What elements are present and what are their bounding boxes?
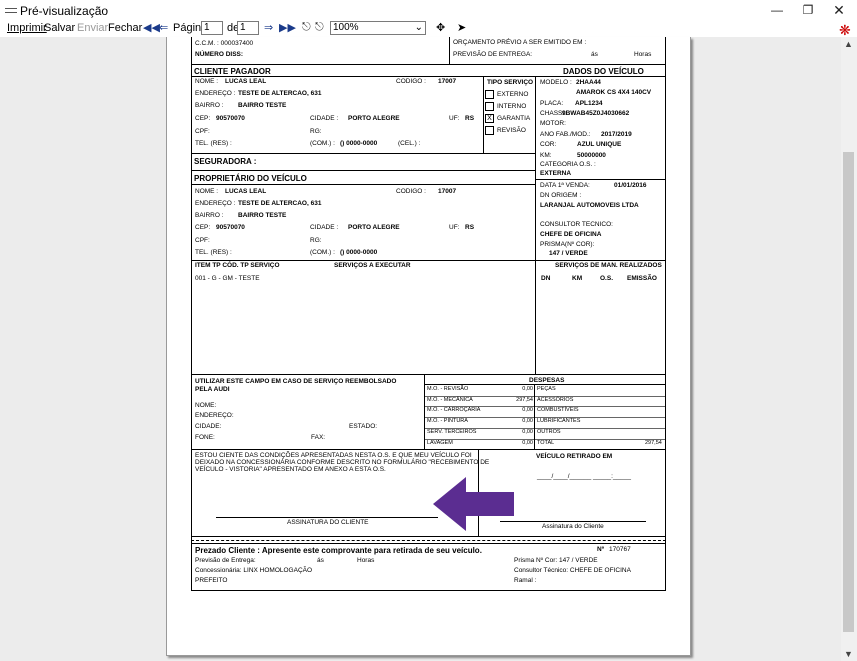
cursor-icon: ❋ <box>839 22 851 38</box>
despesa-value: 0,00 <box>522 418 533 425</box>
close-button[interactable]: ✕ <box>830 3 848 17</box>
prezado-cliente: Prezado Cliente : Apresente este comprov… <box>195 546 482 555</box>
arrow-left-icon <box>433 477 514 531</box>
despesa-label: LUBRIFICANTES <box>537 418 581 425</box>
pan-icon[interactable]: ✥ <box>436 21 445 34</box>
close-preview-button[interactable]: Fechar <box>108 22 142 34</box>
despesa-value: 0,00 <box>522 428 533 435</box>
document-page: C.C.M. : 000037400 NÚMERO DISS: ORÇAMENT… <box>166 37 691 656</box>
assinatura-cliente: ASSINATURA DO CLIENTE <box>287 519 369 526</box>
chevron-down-icon: ⌄ <box>414 22 423 33</box>
despesa-value: 0,00 <box>522 407 533 414</box>
vertical-scrollbar[interactable]: ▲ ▼ <box>841 37 857 661</box>
despesa-label: LAVAGEM <box>427 439 453 446</box>
scroll-thumb[interactable] <box>843 152 854 632</box>
despesa-total: 297,54 <box>645 439 662 446</box>
minimize-button[interactable]: — <box>768 3 786 17</box>
despesa-value: 0,00 <box>522 386 533 392</box>
proprietario-heading: PROPRIETÁRIO DO VEÍCULO <box>194 174 307 183</box>
tipo-servico-heading: TIPO SERVIÇO <box>487 79 534 86</box>
toolbar: Imprimir Salvar Enviar Fechar ◀◀ ⇐ Págin… <box>0 20 857 37</box>
document-frame <box>191 37 666 591</box>
next-page-icon[interactable]: ⇒ <box>264 21 273 34</box>
despesa-label: COMBUSTÍVEIS <box>537 407 579 414</box>
numero-diss: NÚMERO DISS: <box>195 51 244 58</box>
previsao: PREVISÃO DE ENTREGA: <box>453 51 533 58</box>
page-input[interactable]: 1 <box>201 21 223 35</box>
zoom-out-icon[interactable]: ⎋ <box>315 21 324 34</box>
despesa-label: M.O. - PINTURA <box>427 418 468 425</box>
prev-page-icon[interactable]: ⇐ <box>159 21 168 34</box>
print-button[interactable]: Imprimir <box>7 22 47 34</box>
scroll-down-icon: ▼ <box>844 649 853 659</box>
checkbox-revisao[interactable] <box>485 126 494 135</box>
checkbox-garantia[interactable]: X <box>485 114 494 123</box>
window-title: Pré-visualização <box>20 4 109 18</box>
seguradora-heading: SEGURADORA : <box>194 157 257 166</box>
zoom-select[interactable]: 100% ⌄ <box>330 21 426 35</box>
scroll-up-icon: ▲ <box>844 39 853 49</box>
item-line: 001 - G - GM - TESTE <box>195 275 260 282</box>
despesa-label: M.O. - CARROÇARIA <box>427 407 481 414</box>
despesa-value: 0,00 <box>522 439 533 446</box>
restore-icon[interactable]: ❐ <box>799 3 817 17</box>
first-page-icon[interactable]: ◀◀ <box>143 21 160 34</box>
total-pages: 1 <box>237 21 259 35</box>
despesa-value: 297,54 <box>516 396 533 403</box>
send-button[interactable]: Enviar <box>77 22 108 34</box>
cliente-pagador-heading: CLIENTE PAGADOR <box>194 67 271 76</box>
zoom-in-icon[interactable]: ⎋ <box>302 21 311 34</box>
despesa-label: SERV. TERCEIROS <box>427 428 477 435</box>
ccm: C.C.M. : 000037400 <box>195 40 254 47</box>
checkbox-externo[interactable] <box>485 90 494 99</box>
orcamento: ORÇAMENTO PRÉVIO A SER EMITIDO EM : <box>453 39 587 46</box>
dados-veiculo-heading: DADOS DO VEÍCULO <box>563 67 644 76</box>
pointer-icon[interactable]: ➤ <box>457 21 466 34</box>
checkbox-interno[interactable] <box>485 102 494 111</box>
despesa-label: PEÇAS <box>537 386 556 392</box>
save-button[interactable]: Salvar <box>44 22 75 34</box>
despesa-label: TOTAL <box>537 439 555 446</box>
despesa-label: M.O. - REVISÃO <box>427 386 469 392</box>
item-header: ITEM TP CÓD. TP SERVIÇO <box>195 262 280 269</box>
last-page-icon[interactable]: ▶▶ <box>279 21 296 34</box>
despesa-label: ACESSÓRIOS <box>537 396 574 403</box>
keyboard-icon <box>5 8 17 13</box>
title-bar: Pré-visualização — ❐ ✕ <box>0 0 857 20</box>
despesa-label: OUTROS <box>537 428 561 435</box>
despesa-label: M.O. - MECÂNICA <box>427 396 473 403</box>
